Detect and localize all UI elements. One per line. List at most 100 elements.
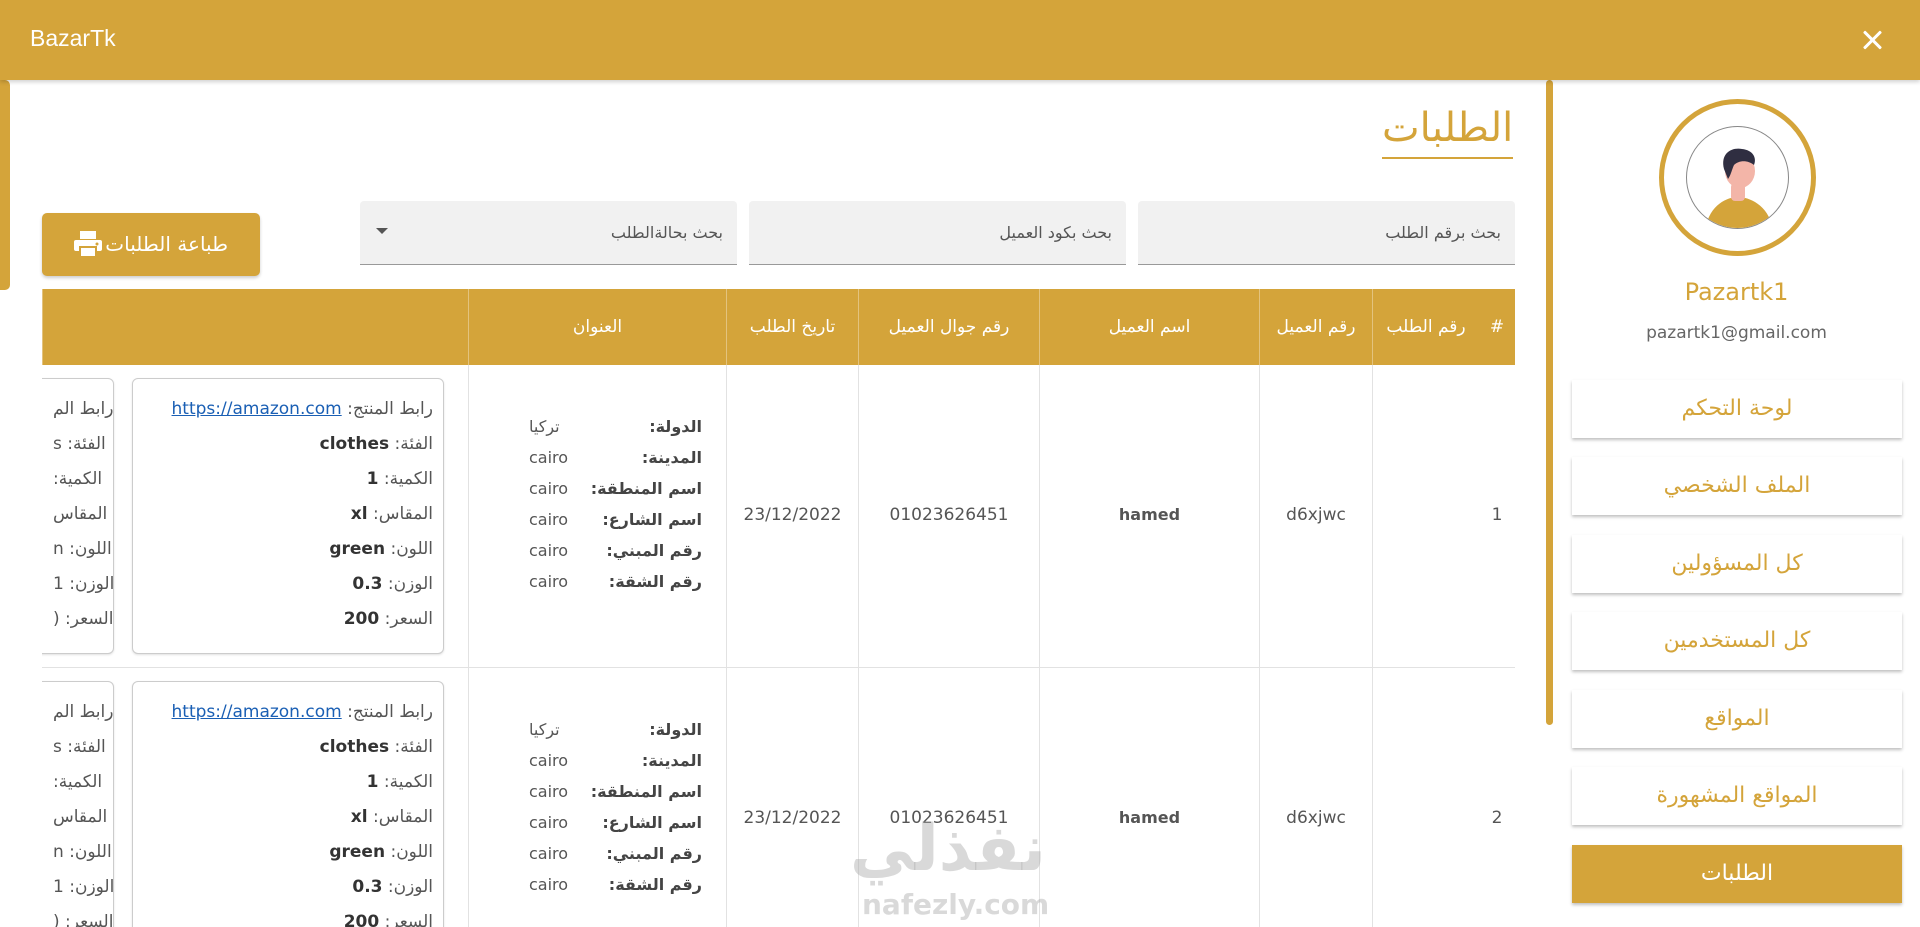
product-clipped-line: الكمية:: [53, 772, 103, 792]
address-label: المدينة:: [641, 448, 702, 467]
product-label: الوزن:: [387, 877, 433, 897]
sidebar-scrollbar[interactable]: [1546, 80, 1553, 725]
print-orders-button[interactable]: طباعة الطلبات: [42, 213, 260, 276]
close-icon[interactable]: [1856, 24, 1888, 56]
product-card-clipped: رابط الم الفئة: s الكمية: المقاس اللون: n الو…: [42, 681, 114, 927]
user-name: Pazartk1: [1684, 278, 1789, 306]
nav-profile[interactable]: الملف الشخصي: [1572, 457, 1902, 515]
watermark-latin: nafezly.com: [862, 888, 1050, 921]
address-line: اسم الشارع: cairo: [469, 510, 727, 530]
product-value: green: [329, 842, 386, 862]
cell-address: الدولة: تركيا المدينة: cairo اسم المنطقة: cai…: [468, 365, 726, 668]
address-label: اسم الشارع:: [602, 813, 702, 832]
product-value: xl: [350, 807, 368, 827]
product-color-line: اللون: green: [329, 539, 433, 563]
address-value: cairo: [529, 479, 569, 498]
avatar[interactable]: [1659, 99, 1816, 256]
product-label: السعر:: [384, 912, 433, 927]
client-code-input[interactable]: [749, 201, 1126, 264]
product-card: رابط المنتج: https://amazon.com الفئة: cl…: [132, 378, 444, 654]
user-email: pazartk1@gmail.com: [1646, 323, 1827, 343]
product-value: 200: [343, 609, 380, 629]
cell-index-value: 1: [1491, 505, 1503, 525]
product-quantity-line: الكمية: 1: [367, 772, 433, 796]
address-label: رقم المبني:: [606, 541, 702, 560]
avatar-icon: [1686, 126, 1789, 229]
product-clipped-line: اللون: n: [53, 842, 112, 862]
nav-popular-sites[interactable]: المواقع المشهورة: [1572, 767, 1902, 825]
product-link[interactable]: https://amazon.com: [172, 399, 342, 419]
orders-table: # رقم الطلب رقم العميل اسم العميل رقم جو…: [42, 289, 1515, 927]
sidebar: Pazartk1 pazartk1@gmail.com لوحة التحكم …: [1553, 80, 1920, 927]
product-clipped-line: الوزن: 1: [53, 574, 114, 594]
order-status-select[interactable]: [360, 201, 737, 265]
order-number-input[interactable]: [1138, 201, 1515, 264]
address-line: اسم الشارع: cairo: [469, 813, 727, 833]
product-value: 200: [343, 912, 380, 927]
address-line: الدولة: تركيا: [469, 720, 727, 740]
page-title: الطلبات: [1382, 105, 1514, 159]
address-value: cairo: [529, 844, 569, 863]
col-client-phone: رقم جوال العميل: [858, 289, 1039, 365]
address-value: تركيا: [529, 417, 560, 436]
cell-address: الدولة: تركيا المدينة: cairo اسم المنطقة: cai…: [468, 668, 726, 927]
nav-sites[interactable]: المواقع: [1572, 690, 1902, 748]
nav-orders[interactable]: الطلبات: [1572, 845, 1902, 903]
chevron-down-icon: [376, 228, 388, 234]
watermark-arabic: نفذلي: [850, 812, 1046, 886]
product-label: اللون:: [390, 842, 433, 862]
address-line: المدينة: cairo: [469, 751, 727, 771]
product-link[interactable]: https://amazon.com: [172, 702, 342, 722]
product-value: clothes: [319, 434, 390, 454]
address-label: اسم الشارع:: [602, 510, 702, 529]
nav-admins[interactable]: كل المسؤولين: [1572, 535, 1902, 593]
address-line: اسم المنطقة: cairo: [469, 479, 727, 499]
product-price-line: السعر: 200: [344, 609, 433, 633]
product-card-clipped: رابط الم الفئة: s الكمية: المقاس اللون: n الو…: [42, 378, 114, 654]
product-clipped-line: الفئة: s: [53, 434, 106, 454]
product-label: الوزن:: [387, 574, 433, 594]
product-clipped-line: رابط الم: [53, 702, 114, 722]
product-label: المقاس:: [373, 807, 433, 827]
address-value: cairo: [529, 751, 569, 770]
nav-users[interactable]: كل المستخدمين: [1572, 612, 1902, 670]
product-clipped-line: الفئة: s: [53, 737, 106, 757]
address-label: اسم المنطقة:: [590, 479, 702, 498]
product-label: السعر:: [384, 609, 433, 629]
product-card: رابط المنتج: https://amazon.com الفئة: cl…: [132, 681, 444, 927]
product-value: 0.3: [352, 574, 383, 594]
table-row: 2 d6xjwc hamed 01023626451 23/12/2022 الدولة:…: [42, 668, 1515, 927]
cell-client-name-value: hamed: [1118, 505, 1181, 524]
col-products: [42, 289, 468, 365]
cell-index-value: 2: [1491, 808, 1503, 828]
order-status-input[interactable]: [360, 201, 737, 264]
product-price-line: السعر: 200: [344, 912, 433, 927]
col-client-name: اسم العميل: [1039, 289, 1259, 365]
col-order-number: رقم الطلب: [1372, 289, 1479, 365]
table-row: 1 d6xjwc hamed 01023626451 23/12/2022 الدولة:…: [42, 365, 1515, 668]
address-value: cairo: [529, 541, 569, 560]
top-bar: BazarTk: [0, 0, 1920, 80]
product-label: الفئة:: [394, 434, 433, 454]
product-label: الفئة:: [394, 737, 433, 757]
table-header: # رقم الطلب رقم العميل اسم العميل رقم جو…: [42, 289, 1515, 365]
product-clipped-line: السعر: (: [53, 609, 114, 629]
order-number-search[interactable]: [1138, 201, 1515, 265]
address-value: cairo: [529, 782, 569, 801]
address-line: الدولة: تركيا: [469, 417, 727, 437]
col-address: العنوان: [468, 289, 726, 365]
address-value: cairo: [529, 510, 569, 529]
nav-dashboard[interactable]: لوحة التحكم: [1572, 380, 1902, 438]
address-value: تركيا: [529, 720, 560, 739]
product-label: اللون:: [390, 539, 433, 559]
cell-order-number: [1372, 365, 1479, 668]
horizontal-scrollbar[interactable]: [0, 80, 10, 290]
print-orders-label: طباعة الطلبات: [105, 232, 228, 256]
cell-client-phone: 01023626451: [858, 365, 1039, 668]
col-client-number: رقم العميل: [1259, 289, 1372, 365]
address-line: رقم المبني: cairo: [469, 541, 727, 561]
col-index: #: [1489, 317, 1505, 337]
client-code-search[interactable]: [749, 201, 1126, 265]
address-value: cairo: [529, 813, 569, 832]
product-weight-line: الوزن: 0.3: [352, 877, 433, 901]
